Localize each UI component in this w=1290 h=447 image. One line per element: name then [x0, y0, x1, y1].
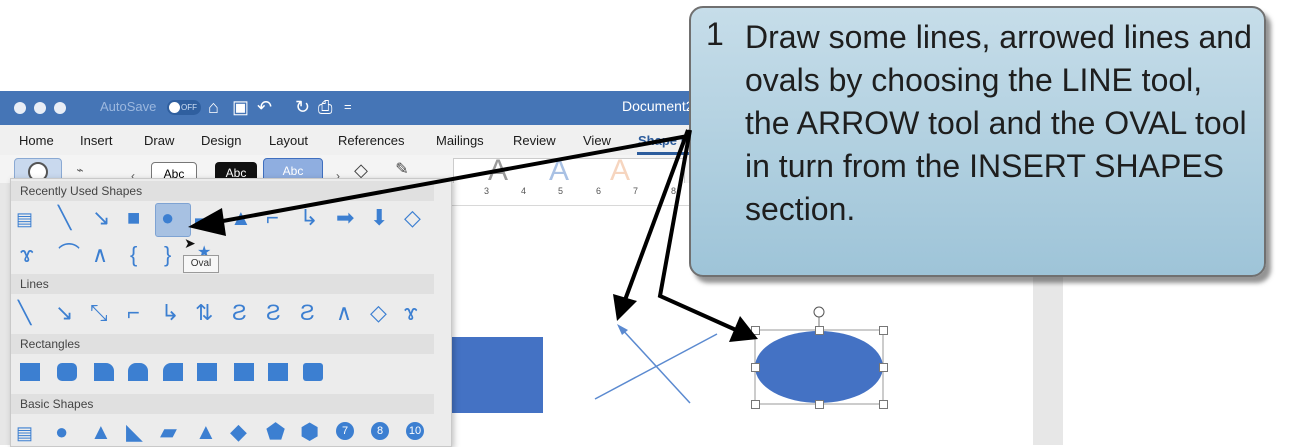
- arrowhead: [188, 208, 226, 236]
- pointer-arrow-to-oval: [657, 129, 737, 332]
- pointer-arrow-to-line: [623, 129, 690, 301]
- callout-arrows: [188, 129, 758, 342]
- pointer-arrow-to-oval-tool: [211, 134, 689, 225]
- arrowhead: [613, 294, 637, 321]
